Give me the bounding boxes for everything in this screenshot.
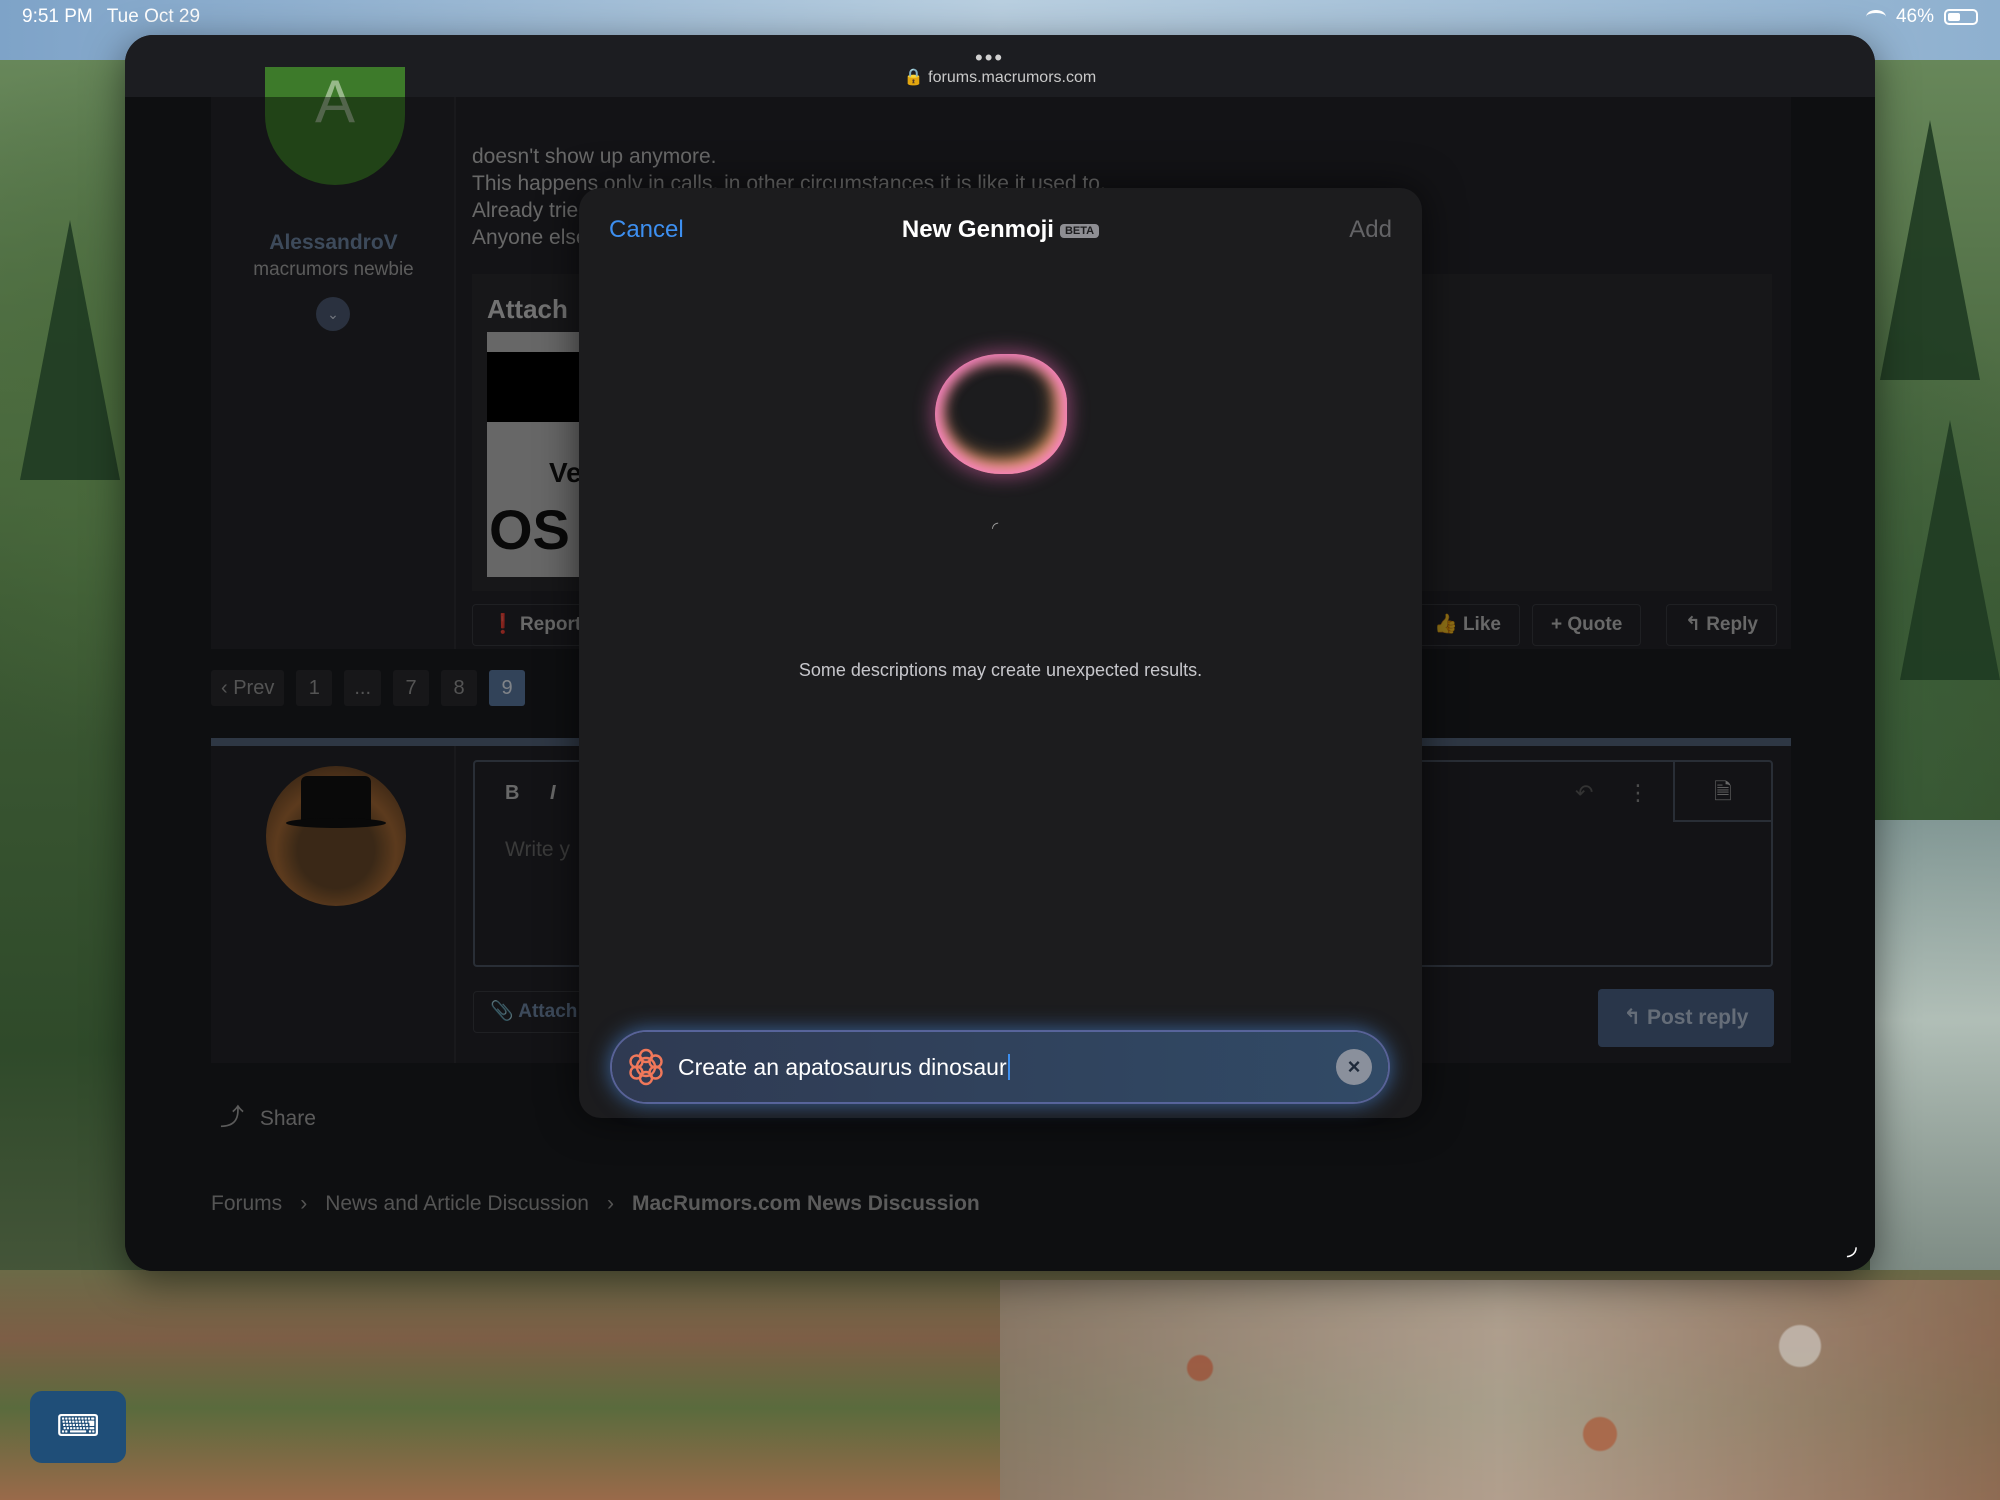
- wallpaper-tree: [1880, 120, 1980, 380]
- add-button[interactable]: Add: [1349, 216, 1392, 244]
- keyboard-icon[interactable]: ⌨: [30, 1391, 126, 1463]
- disclaimer-text: Some descriptions may create unexpected …: [798, 660, 1203, 680]
- generation-orb-icon: [935, 354, 1067, 474]
- prompt-text[interactable]: Create an apatosaurus dinosaur: [678, 1054, 1010, 1081]
- clear-icon[interactable]: ×: [1336, 1049, 1372, 1085]
- battery-percent: 46%: [1895, 6, 1934, 27]
- lock-icon: 🔒: [903, 69, 924, 86]
- loading-spinner-icon: ◜: [992, 520, 999, 537]
- wallpaper-river: [1870, 820, 2000, 1320]
- prompt-input[interactable]: Create an apatosaurus dinosaur ×: [612, 1032, 1388, 1102]
- status-time: 9:51 PM: [22, 6, 93, 27]
- beta-badge: BETA: [1059, 224, 1100, 238]
- resize-handle-icon[interactable]: ◞: [1847, 1230, 1857, 1261]
- wifi-icon: [1865, 10, 1886, 24]
- wallpaper-tree: [1900, 420, 2000, 680]
- text-caret: [1007, 1054, 1010, 1080]
- status-bar: 9:51 PM Tue Oct 29 46%: [0, 0, 2000, 34]
- wallpaper-river-rocks: [1000, 1280, 2000, 1500]
- wallpaper-tree: [20, 220, 120, 480]
- genmoji-dialog: Cancel New Genmoji BETA Add ◜ Some descri…: [579, 188, 1422, 1118]
- battery-icon: [1944, 9, 1978, 25]
- dialog-title: New Genmoji BETA: [579, 216, 1422, 244]
- apple-intelligence-icon: [629, 1048, 663, 1086]
- url-text: forums.macrumors.com: [928, 69, 1097, 86]
- status-date: Tue Oct 29: [106, 6, 201, 27]
